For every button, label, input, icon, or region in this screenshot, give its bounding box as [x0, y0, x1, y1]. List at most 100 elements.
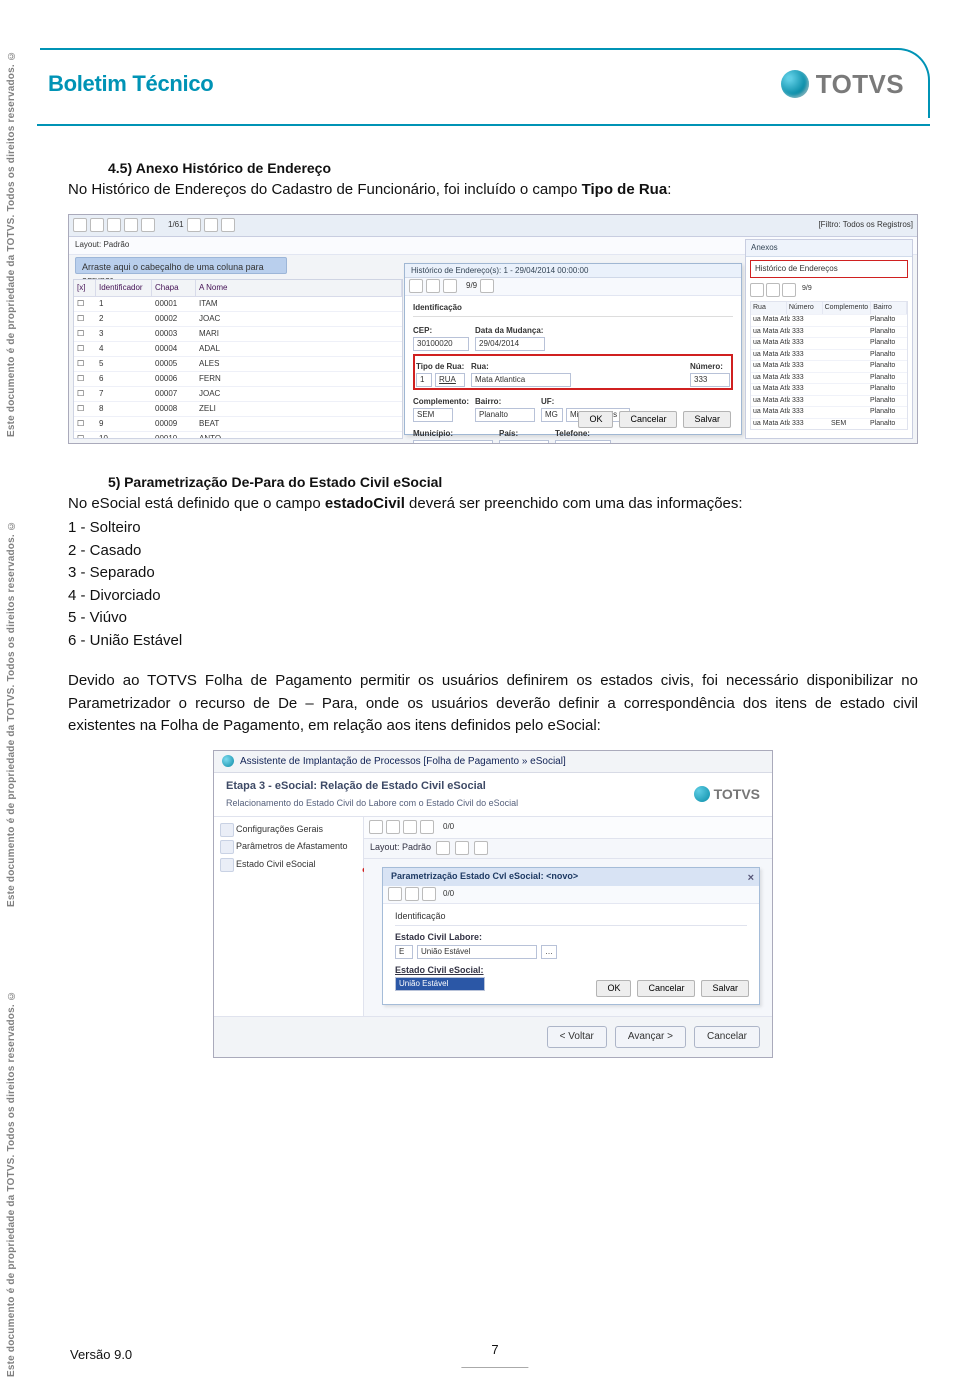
- form-toolbar: 0/0: [364, 817, 772, 839]
- cep-input[interactable]: 30100020: [413, 337, 469, 351]
- tree-item-estado-civil-esocial[interactable]: Estado Civil eSocial: [218, 856, 359, 874]
- list-item[interactable]: ua Mata Atlantica333Planalto: [751, 383, 907, 395]
- layout-selector[interactable]: Layout: Padrão: [75, 239, 129, 251]
- toolbar-icon[interactable]: [443, 279, 457, 293]
- table-row[interactable]: ☐600006FERN: [74, 372, 402, 387]
- cancel-button[interactable]: Cancelar: [694, 1026, 760, 1048]
- toolbar-icon[interactable]: [124, 218, 138, 232]
- toolbar-icon[interactable]: [386, 820, 400, 834]
- lookup-button[interactable]: …: [541, 945, 557, 959]
- list-item: 6 - União Estável: [68, 630, 918, 653]
- toolbar-icon[interactable]: [750, 283, 764, 297]
- table-row[interactable]: ☐400004ADAL: [74, 342, 402, 357]
- data-mudanca-input[interactable]: 29/04/2014: [475, 337, 545, 351]
- bairro-input[interactable]: Planalto: [475, 408, 535, 422]
- page-number: 7: [491, 1342, 498, 1357]
- tree-item-param-afastamento[interactable]: Parâmetros de Afastamento: [218, 838, 359, 856]
- filter-label[interactable]: [Filtro: Todos os Registros]: [818, 219, 913, 231]
- col-complemento[interactable]: Complemento: [823, 302, 872, 315]
- tree-item-config-gerais[interactable]: Configurações Gerais: [218, 821, 359, 839]
- col-bairro[interactable]: Bairro: [871, 302, 907, 315]
- anexos-panel: Anexos Histórico de Endereços 9/9 Rua Nú…: [745, 239, 913, 439]
- uf-input[interactable]: MG: [541, 408, 563, 422]
- labore-code-input[interactable]: E: [395, 945, 413, 959]
- telefone-input[interactable]: 99613636: [555, 440, 611, 444]
- toolbar-icon[interactable]: [73, 218, 87, 232]
- esocial-select[interactable]: União Estável: [395, 977, 485, 991]
- table-row[interactable]: ☐800008ZELI: [74, 402, 402, 417]
- cep-label: CEP:: [413, 325, 469, 337]
- tipo-rua-code[interactable]: 1: [416, 373, 432, 387]
- complemento-input[interactable]: SEM: [413, 408, 453, 422]
- toolbar-icon[interactable]: [403, 820, 417, 834]
- list-item[interactable]: ua Mata Atlantica333Planalto: [751, 395, 907, 407]
- toolbar-icon[interactable]: [204, 218, 218, 232]
- layout-selector[interactable]: Layout: Padrão: [370, 841, 431, 855]
- pais-input[interactable]: Brasil: [499, 440, 549, 444]
- table-row[interactable]: ☐300003MARI: [74, 327, 402, 342]
- next-button[interactable]: Avançar >: [615, 1026, 686, 1048]
- municipio-label: Município:: [413, 428, 493, 440]
- complemento-label: Complemento:: [413, 396, 469, 408]
- list-item[interactable]: ua Mata Atlantica333Planalto: [751, 349, 907, 361]
- list-item[interactable]: ua Mata Atlantica333Planalto: [751, 337, 907, 349]
- save-button[interactable]: Salvar: [701, 980, 749, 997]
- labore-value[interactable]: União Estável: [417, 945, 537, 959]
- list-item[interactable]: ua Mata Atlantica333Planalto: [751, 326, 907, 338]
- toolbar-icon[interactable]: [409, 279, 423, 293]
- toolbar-icon[interactable]: [766, 283, 780, 297]
- list-item[interactable]: ua Mata Atlantica333Planalto: [751, 406, 907, 418]
- col-rua[interactable]: Rua: [751, 302, 787, 315]
- tab-identificacao[interactable]: Identificação: [413, 303, 462, 312]
- list-item[interactable]: ua Mata Atlantica333Planalto: [751, 314, 907, 326]
- wizard-window-title: Assistente de Implantação de Processos […: [240, 754, 566, 769]
- close-icon[interactable]: ×: [748, 870, 754, 887]
- toolbar-icon[interactable]: [420, 820, 434, 834]
- wizard-step-title: Etapa 3 - eSocial: Relação de Estado Civ…: [226, 780, 486, 792]
- estado-civil-esocial-label: Estado Civil eSocial:: [395, 964, 747, 978]
- list-item[interactable]: ua Mata Atlantica333Planalto: [751, 372, 907, 384]
- table-row[interactable]: ☐700007JOAC: [74, 387, 402, 402]
- toolbar-icon[interactable]: [388, 887, 402, 901]
- toolbar-icon[interactable]: [782, 283, 796, 297]
- toolbar-icon[interactable]: [436, 841, 450, 855]
- numero-input[interactable]: 333: [690, 373, 730, 387]
- toolbar-icon[interactable]: [141, 218, 155, 232]
- save-button[interactable]: Salvar: [683, 411, 731, 428]
- municipio-input[interactable]: Belo Horizonte: [413, 440, 493, 444]
- pais-label: País:: [499, 428, 549, 440]
- toolbar-icon[interactable]: [107, 218, 121, 232]
- rua-input[interactable]: Mata Atlantica: [471, 373, 571, 387]
- tipo-rua-lookup[interactable]: RUA: [435, 373, 465, 387]
- toolbar-icon[interactable]: [426, 279, 440, 293]
- ok-button[interactable]: OK: [596, 980, 631, 997]
- table-header: [x] Identificador Chapa A Nome: [74, 280, 402, 297]
- app-toolbar: 1/61 [Filtro: Todos os Registros]: [69, 215, 917, 237]
- toolbar-icon[interactable]: [480, 279, 494, 293]
- toolbar-icon[interactable]: [405, 887, 419, 901]
- table-row[interactable]: ☐500005ALES: [74, 357, 402, 372]
- ok-button[interactable]: OK: [578, 411, 613, 428]
- toolbar-icon[interactable]: [187, 218, 201, 232]
- table-row[interactable]: ☐100001ITAM: [74, 297, 402, 312]
- anexo-historico-enderecos[interactable]: Histórico de Endereços: [750, 260, 908, 278]
- toolbar-icon[interactable]: [369, 820, 383, 834]
- tab-identificacao[interactable]: Identificação: [395, 911, 446, 921]
- cancel-button[interactable]: Cancelar: [619, 411, 677, 428]
- col-numero[interactable]: Número: [787, 302, 823, 315]
- list-item[interactable]: ua Mata Atlantica333SEMPlanalto: [751, 418, 907, 430]
- table-row[interactable]: ☐900009BEAT: [74, 417, 402, 432]
- cancel-button[interactable]: Cancelar: [637, 980, 695, 997]
- back-button[interactable]: < Voltar: [547, 1026, 607, 1048]
- toolbar-icon[interactable]: [474, 841, 488, 855]
- table-row[interactable]: ☐1000010ANTO: [74, 432, 402, 439]
- toolbar-icon[interactable]: [90, 218, 104, 232]
- toolbar-icon[interactable]: [422, 887, 436, 901]
- toolbar-icon[interactable]: [455, 841, 469, 855]
- section-5-paragraph: Devido ao TOTVS Folha de Pagamento permi…: [68, 670, 918, 738]
- table-row[interactable]: ☐200002JOAC: [74, 312, 402, 327]
- list-item[interactable]: ua Mata Atlantica333Planalto: [751, 360, 907, 372]
- toolbar-icon[interactable]: [221, 218, 235, 232]
- version-label: Versão 9.0: [70, 1347, 132, 1362]
- section-5: 5) Parametrização De-Para do Estado Civi…: [108, 472, 918, 493]
